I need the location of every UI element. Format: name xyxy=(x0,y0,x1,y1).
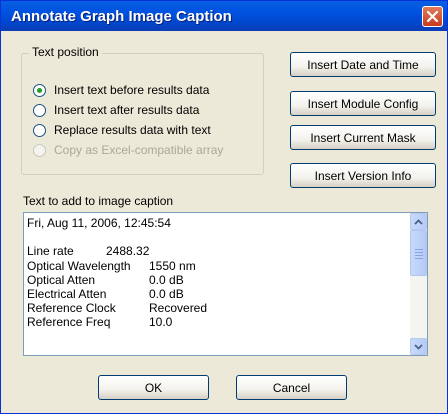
ok-button[interactable]: OK xyxy=(98,375,209,400)
caption-line: Reference Clock Recovered xyxy=(27,301,208,316)
caption-scrollbar[interactable] xyxy=(410,213,427,355)
radio-indicator[interactable] xyxy=(33,123,46,137)
caption-line: Optical Wavelength 1550 nm xyxy=(27,258,196,273)
cancel-button[interactable]: Cancel xyxy=(236,375,347,400)
annotate-dialog: Annotate Graph Image Caption Text positi… xyxy=(0,0,448,414)
caption-label: Text to add to image caption xyxy=(23,194,174,208)
caption-line: Fri, Aug 11, 2006, 12:45:54 xyxy=(27,216,171,230)
caption-line: Reference Freq 10.0 xyxy=(27,315,173,330)
window-title: Annotate Graph Image Caption xyxy=(11,8,232,25)
title-bar[interactable]: Annotate Graph Image Caption xyxy=(1,1,447,31)
insert-module-config-button[interactable]: Insert Module Config xyxy=(290,91,436,116)
caption-lines: Fri, Aug 11, 2006, 12:45:54 Line rate 248… xyxy=(27,216,407,330)
chevron-up-icon xyxy=(414,218,423,225)
scroll-down-button[interactable] xyxy=(410,338,427,355)
insert-version-info-button[interactable]: Insert Version Info xyxy=(290,163,436,188)
caption-line: Line rate 2488.32 xyxy=(27,244,150,259)
radio-insert-before-label: Insert text before results data xyxy=(54,83,210,97)
caption-line: Optical Atten 0.0 dB xyxy=(27,272,184,287)
radio-copy-excel: Copy as Excel-compatible array xyxy=(33,141,223,159)
radio-copy-excel-label: Copy as Excel-compatible array xyxy=(54,143,224,157)
radio-insert-after-label: Insert text after results data xyxy=(54,103,200,117)
radio-indicator xyxy=(33,143,46,157)
caption-line xyxy=(27,230,407,244)
scroll-up-button[interactable] xyxy=(410,213,427,230)
text-position-legend: Text position xyxy=(29,45,102,59)
radio-insert-after[interactable]: Insert text after results data xyxy=(33,101,199,119)
close-icon xyxy=(427,11,438,22)
close-button[interactable] xyxy=(422,6,443,27)
radio-replace-results-label: Replace results data with text xyxy=(54,123,211,137)
radio-indicator[interactable] xyxy=(33,83,46,97)
radio-indicator[interactable] xyxy=(33,103,46,117)
radio-replace-results[interactable]: Replace results data with text xyxy=(33,121,211,139)
scroll-thumb[interactable] xyxy=(410,230,427,276)
insert-current-mask-button[interactable]: Insert Current Mask xyxy=(290,125,436,150)
chevron-down-icon xyxy=(414,343,423,350)
caption-textarea[interactable]: Fri, Aug 11, 2006, 12:45:54 Line rate 248… xyxy=(23,212,428,356)
radio-insert-before[interactable]: Insert text before results data xyxy=(33,81,209,99)
caption-line: Electrical Atten 0.0 dB xyxy=(27,286,184,301)
insert-date-time-button[interactable]: Insert Date and Time xyxy=(290,52,436,77)
